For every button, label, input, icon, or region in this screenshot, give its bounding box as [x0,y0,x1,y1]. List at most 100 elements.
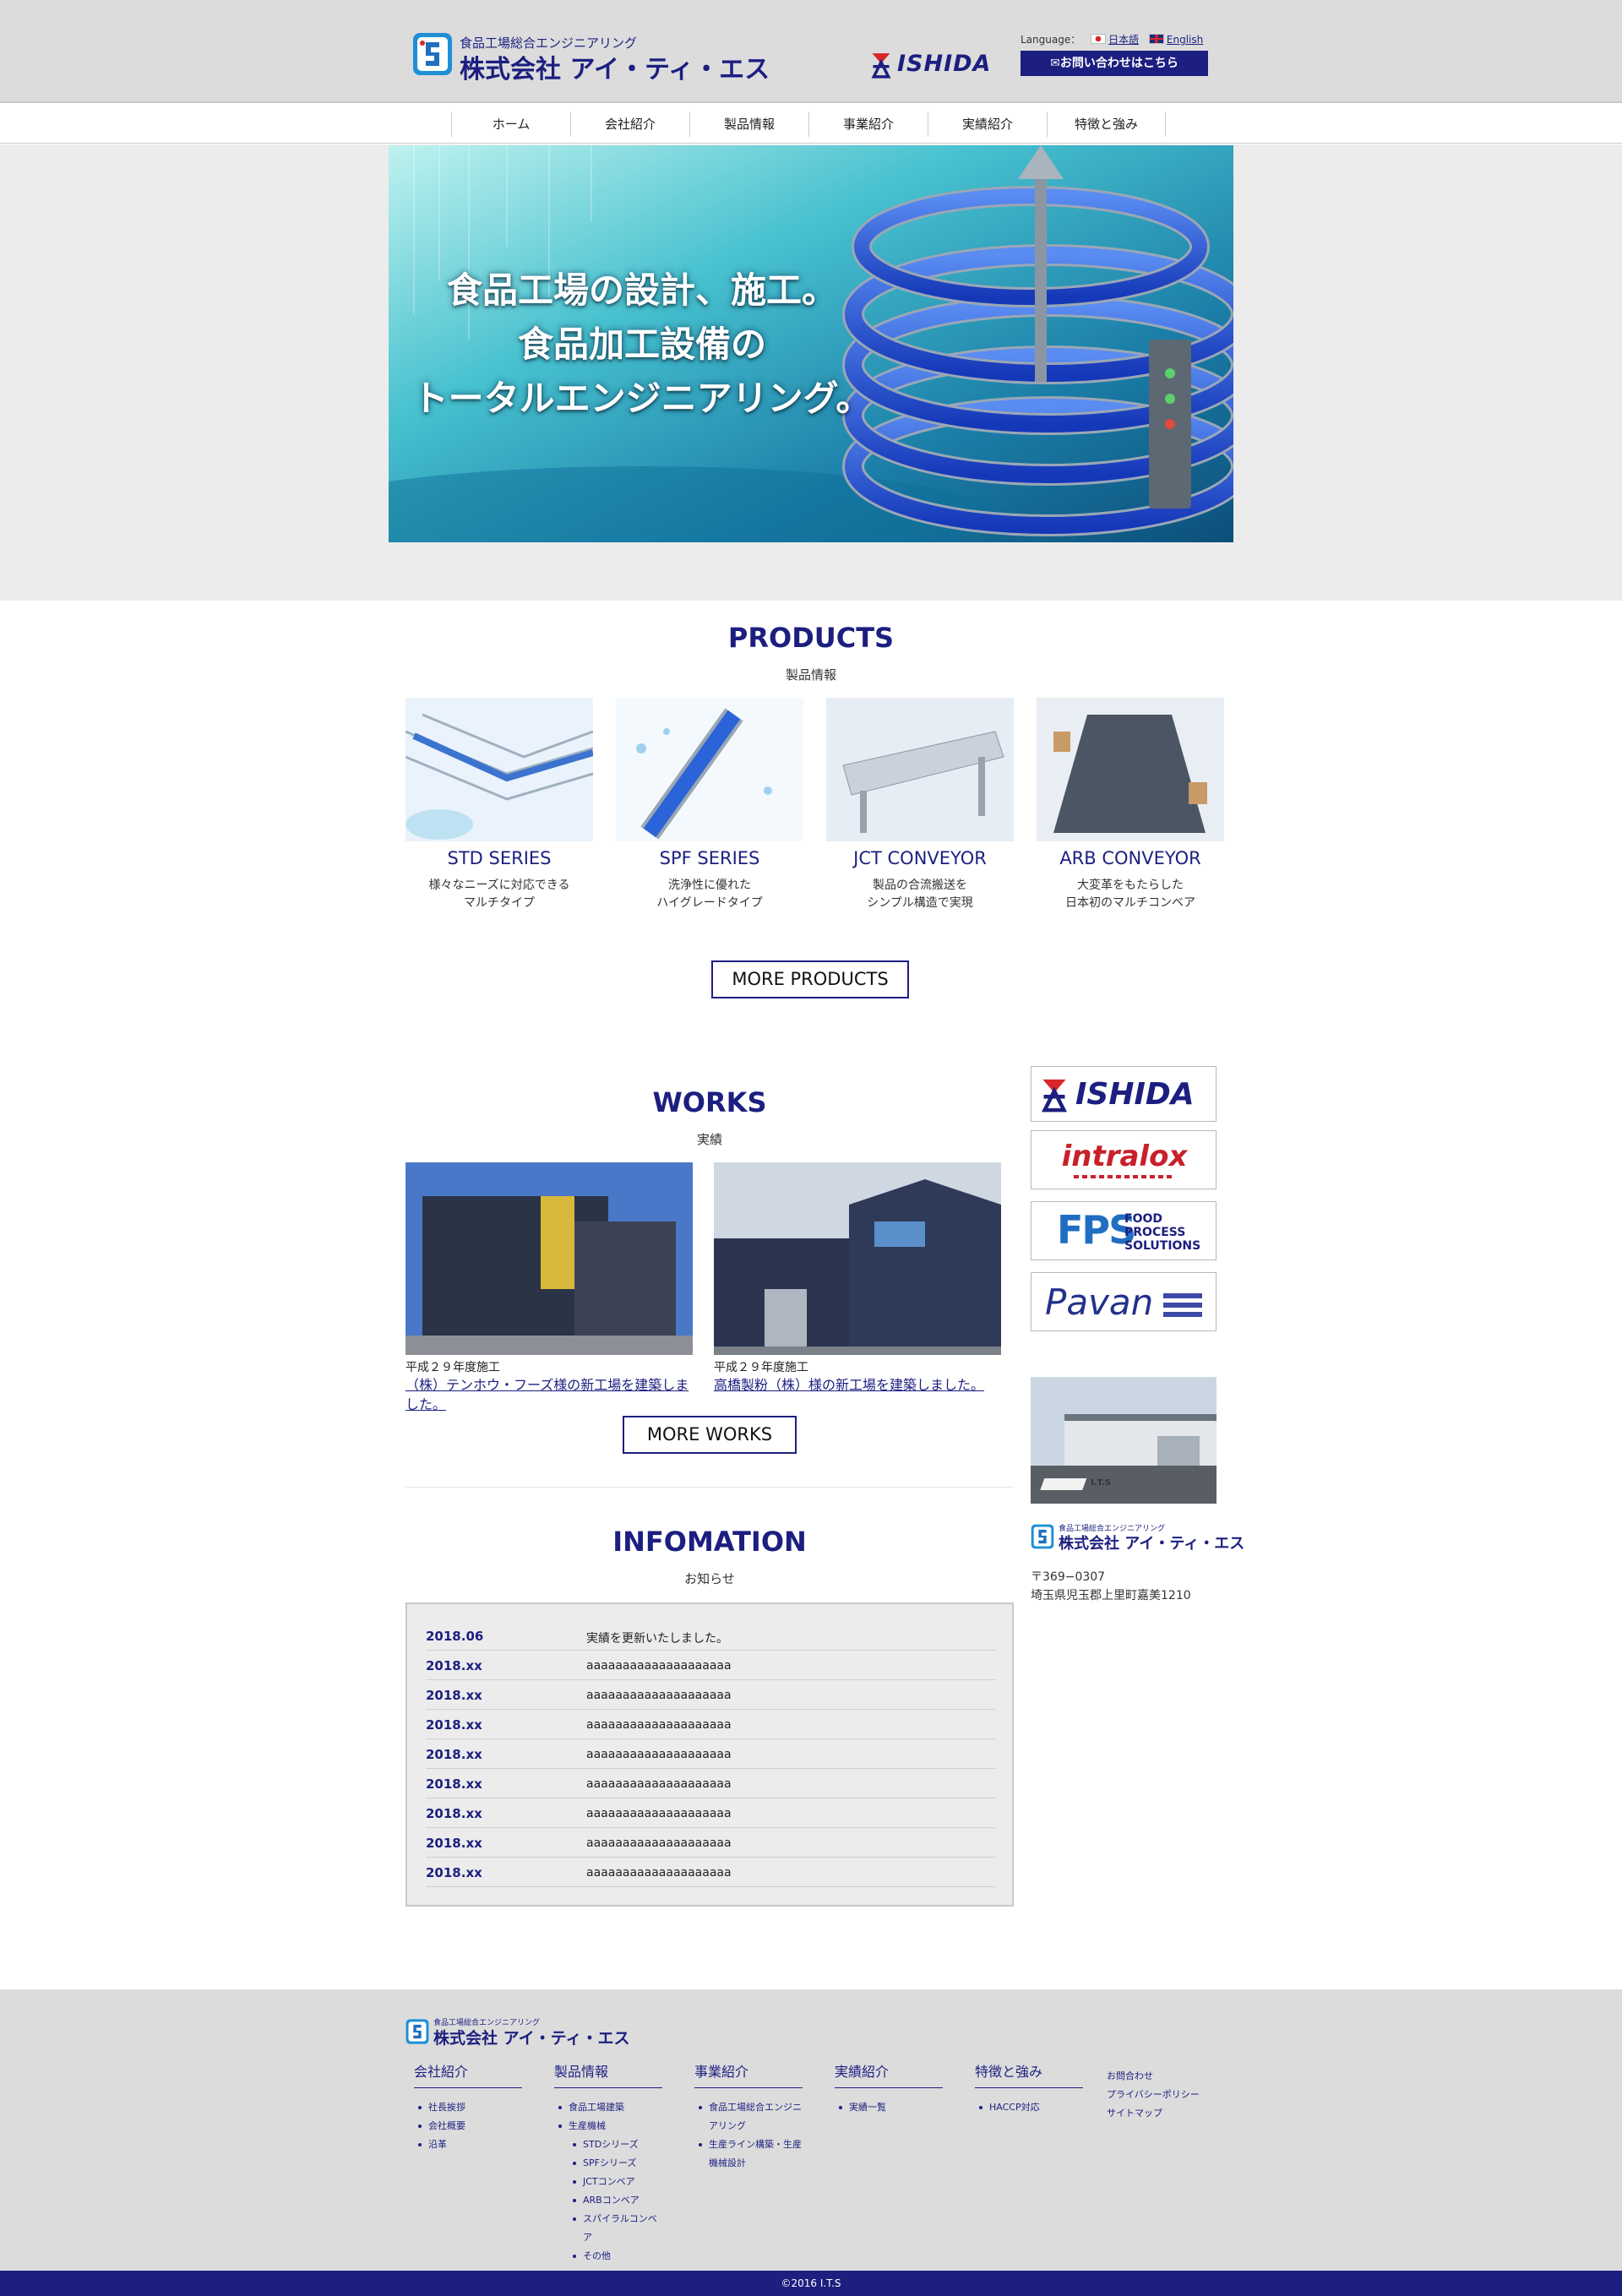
info-row[interactable]: 2018.xx aaaaaaaaaaaaaaaaaaaa [426,1858,995,1887]
company-building-photo: I.T.S [1031,1377,1216,1504]
partner-banner-fps[interactable]: FPS FOOD PROCESS SOLUTIONS [1031,1201,1216,1260]
address-line: 埼玉県児玉郡上里町嘉美1210 [1031,1589,1191,1602]
info-text: aaaaaaaaaaaaaaaaaaaa [586,1689,732,1702]
info-row[interactable]: 2018.xx aaaaaaaaaaaaaaaaaaaa [426,1651,995,1680]
ishida-wordmark: ISHIDA [1075,1077,1195,1112]
product-desc: 様々なニーズに対応できる マルチタイプ [428,879,570,910]
info-row[interactable]: 2018.xx aaaaaaaaaaaaaaaaaaaa [426,1680,995,1710]
info-row[interactable]: 2018.xx aaaaaaaaaaaaaaaaaaaa [426,1710,995,1739]
logo-company-name: 株式会社 アイ・ティ・エス [433,2029,630,2048]
info-row[interactable]: 2018.xx aaaaaaaaaaaaaaaaaaaa [426,1769,995,1798]
info-subtitle: お知らせ [684,1571,735,1586]
info-date: 2018.xx [426,1688,482,1703]
footer-privacy-link[interactable]: プライバシーポリシー [1107,2086,1200,2104]
global-nav: ホーム 会社紹介 製品情報 事業紹介 実績紹介 特徴と強み [0,105,1622,144]
works-title: WORKS [652,1086,767,1118]
partner-banner-pavan[interactable]: Pavan [1031,1272,1216,1331]
footer-company-logo[interactable]: 食品工場総合エンジニアリング 株式会社 アイ・ティ・エス [406,2016,630,2048]
footer-link[interactable]: HACCP対応 [975,2098,1083,2117]
footer-link[interactable]: 会社概要 [414,2117,522,2135]
company-logo[interactable]: 食品工場総合エンジニアリング 株式会社 アイ・ティ・エス [412,32,770,84]
partner-banner-ishida[interactable]: ISHIDA [1031,1066,1216,1122]
info-row[interactable]: 2018.xx aaaaaaaaaaaaaaaaaaaa [426,1739,995,1769]
footer-col-heading[interactable]: 特徴と強み [975,2060,1083,2088]
nav-item-products[interactable]: 製品情報 [689,112,808,137]
footer-sublink[interactable]: ARBコンベア [554,2191,662,2210]
product-image-jct [826,698,1014,841]
lang-english-link[interactable]: English [1167,34,1203,46]
product-card-spf[interactable]: SPF SERIES 洗浄性に優れた ハイグレードタイプ [616,698,803,910]
work-title-link[interactable]: 高橋製粉（株）様の新工場を建築しました。 [714,1375,1001,1395]
info-text: aaaaaaaaaaaaaaaaaaaa [586,1718,732,1732]
product-image-std [406,698,593,841]
footer-link[interactable]: 食品工場建築 [554,2098,662,2117]
lang-japanese-link[interactable]: 日本語 [1108,34,1139,46]
language-label: Language： [1021,34,1081,46]
its-logo-mark-icon [413,33,452,75]
footer-col-heading[interactable]: 実績紹介 [835,2060,943,2088]
more-products-button[interactable]: MORE PRODUCTS [711,960,909,998]
sidebar-company-logo[interactable]: 食品工場総合エンジニアリング 株式会社 アイ・ティ・エス [1031,1522,1244,1553]
fps-sub-1: FOOD [1124,1212,1162,1226]
product-desc: 製品の合流搬送を シンプル構造で実現 [867,879,973,910]
footer-col-heading[interactable]: 事業紹介 [694,2060,803,2088]
nav-item-works[interactable]: 実績紹介 [928,112,1047,137]
info-date: 2018.xx [426,1747,482,1762]
footer-col-products: 製品情報 食品工場建築 生産機械 STDシリーズ SPFシリーズ JCTコンベア… [554,2060,662,2266]
info-text: aaaaaaaaaaaaaaaaaaaa [586,1866,732,1880]
footer-sublink[interactable]: JCTコンベア [554,2173,662,2191]
info-date: 2018.xx [426,1658,482,1673]
footer-sublink[interactable]: STDシリーズ [554,2135,662,2154]
ishida-header-logo[interactable]: ISHIDA [870,49,997,79]
hero-line-1: 食品工場の設計、施工。 [446,269,837,311]
info-date: 2018.xx [426,1776,482,1792]
info-row[interactable]: 2018.xx aaaaaaaaaaaaaaaaaaaa [426,1798,995,1828]
product-image-spf [616,698,803,841]
info-row[interactable]: 2018.xx aaaaaaaaaaaaaaaaaaaa [426,1828,995,1858]
info-text: aaaaaaaaaaaaaaaaaaaa [586,1807,732,1820]
footer-col-heading[interactable]: 会社紹介 [414,2060,522,2088]
info-text: aaaaaaaaaaaaaaaaaaaa [586,1777,732,1791]
hero-banner[interactable]: 食品工場の設計、施工。 食品加工設備の トータルエンジニアリング。 [389,145,1233,542]
nav-list: ホーム 会社紹介 製品情報 事業紹介 実績紹介 特徴と強み [451,112,1166,137]
site-header: 食品工場総合エンジニアリング 株式会社 アイ・ティ・エス ISHIDA Lang… [0,0,1622,103]
footer-link[interactable]: 沿革 [414,2135,522,2154]
product-image-arb [1037,698,1224,841]
nav-item-company[interactable]: 会社紹介 [570,112,689,137]
uk-flag-icon [1148,34,1164,44]
nav-item-home[interactable]: ホーム [451,112,570,137]
info-text: 実績を更新いたしました。 [586,1632,728,1646]
product-card-std[interactable]: STD SERIES 様々なニーズに対応できる マルチタイプ [406,698,593,910]
ishida-mark-icon [1041,1079,1068,1113]
nav-item-features[interactable]: 特徴と強み [1047,112,1166,137]
footer-sitemap-link[interactable]: サイトマップ [1107,2104,1200,2123]
work-title-link[interactable]: （株）テンホウ・フーズ様の新工場を建築しました。 [406,1375,693,1414]
footer-link[interactable]: 生産機械 [554,2117,662,2135]
footer-link[interactable]: 食品工場総合エンジニアリング [694,2098,803,2135]
company-address: 〒369−0307 埼玉県児玉郡上里町嘉美1210 [1031,1568,1191,1605]
info-row[interactable]: 2018.06 実績を更新いたしました。 [426,1621,995,1651]
ishida-wordmark: ISHIDA [897,51,992,77]
product-card-jct[interactable]: JCT CONVEYOR 製品の合流搬送を シンプル構造で実現 [826,698,1014,910]
nav-item-business[interactable]: 事業紹介 [808,112,928,137]
info-date: 2018.06 [426,1629,484,1644]
contact-button[interactable]: ✉お問い合わせはこちら [1021,51,1208,76]
footer-sublink[interactable]: SPFシリーズ [554,2154,662,2173]
footer-sublink[interactable]: スパイラルコンベア [554,2210,662,2247]
logo-company-name: 株式会社 アイ・ティ・エス [460,55,770,84]
info-date: 2018.xx [426,1865,482,1880]
more-works-button[interactable]: MORE WORKS [623,1416,797,1454]
footer-link[interactable]: 実績一覧 [835,2098,943,2117]
footer-col-heading[interactable]: 製品情報 [554,2060,662,2088]
product-name: SPF SERIES [659,848,760,868]
product-card-arb[interactable]: ARB CONVEYOR 大変革をもたらした 日本初のマルチコンベア [1037,698,1224,910]
footer-col-works: 実績紹介 実績一覧 [835,2060,943,2117]
partner-banner-intralox[interactable]: intralox [1031,1130,1216,1189]
building-sign-text: I.T.S [1091,1478,1111,1488]
footer-sublink[interactable]: その他 [554,2247,662,2266]
footer-contact-link[interactable]: お問合わせ [1107,2067,1200,2086]
footer-link[interactable]: 社長挨拶 [414,2098,522,2117]
footer-link[interactable]: 生産ライン構築・生産機械設計 [694,2135,803,2173]
copyright-bar: ©2016 I.T.S [0,2271,1622,2296]
info-text: aaaaaaaaaaaaaaaaaaaa [586,1748,732,1761]
